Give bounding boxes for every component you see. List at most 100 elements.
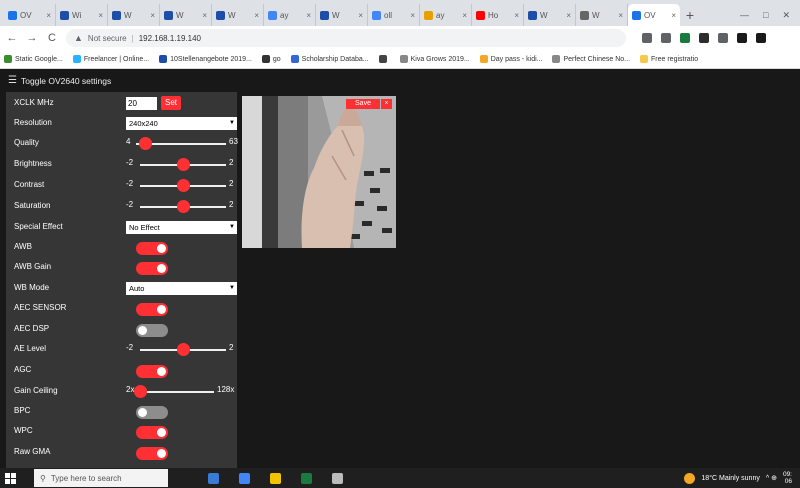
weather-icon[interactable] (684, 472, 696, 484)
xclk-set-button[interactable]: Set (161, 96, 181, 110)
minimize-icon[interactable]: — (740, 10, 749, 20)
saturation-slider[interactable]: -2 2 (126, 199, 237, 215)
tab-close-icon[interactable]: × (462, 11, 467, 20)
forward-icon[interactable]: → (26, 32, 38, 44)
agc-toggle[interactable] (136, 365, 168, 378)
clock[interactable]: 09: 06 (783, 471, 792, 485)
browser-tab[interactable]: W × (212, 4, 264, 26)
bookmark-item[interactable]: Perfect Chinese No... (552, 55, 630, 63)
bookmark-item[interactable]: Kiva Grows 2019... (399, 55, 470, 63)
contrast-slider[interactable]: -2 2 (126, 178, 237, 194)
browser-tab[interactable]: W × (160, 4, 212, 26)
awb-gain-toggle[interactable] (136, 262, 168, 275)
tab-close-icon[interactable]: × (46, 11, 51, 20)
extension-icon[interactable] (661, 33, 671, 43)
xclk-input[interactable]: 20 (126, 97, 157, 110)
bookmark-item[interactable]: go (261, 55, 281, 63)
ae-level-slider[interactable]: -2 2 (126, 342, 237, 358)
aec-sensor-toggle[interactable] (136, 303, 168, 316)
taskbar-app-icon[interactable] (332, 472, 343, 484)
bookmark-item[interactable] (378, 55, 390, 63)
quality-slider[interactable]: 4 63 (126, 136, 238, 152)
back-icon[interactable]: ← (6, 32, 18, 44)
bpc-toggle[interactable] (136, 406, 168, 419)
tab-close-icon[interactable]: × (618, 11, 623, 20)
extension-icon[interactable] (737, 33, 747, 43)
weather-text[interactable]: 18°C Mainly sunny (701, 475, 759, 482)
tab-close-icon[interactable]: × (150, 11, 155, 20)
bookmark-item[interactable]: Static Google... (4, 55, 63, 63)
tab-close-icon[interactable]: × (98, 11, 103, 20)
bookmark-item[interactable]: Freelancer | Online... (72, 55, 149, 63)
tab-close-icon[interactable]: × (254, 11, 259, 20)
url-text[interactable]: 192.168.1.19.140 (139, 34, 201, 43)
bookmark-item[interactable]: Day pass - kidi... (479, 55, 542, 63)
save-stream-button[interactable]: Save (346, 99, 380, 109)
address-bar[interactable]: ▲ Not secure | 192.168.1.19.140 (66, 29, 626, 47)
settings-toggle[interactable]: ☰ Toggle OV2640 settings (8, 75, 111, 86)
extension-icon[interactable] (699, 33, 709, 43)
tab-close-icon[interactable]: × (410, 11, 415, 20)
slider-thumb[interactable] (177, 200, 190, 213)
extension-icon[interactable] (718, 33, 728, 43)
awb-toggle[interactable] (136, 242, 168, 255)
tab-close-icon[interactable]: × (514, 11, 519, 20)
slider-thumb[interactable] (177, 343, 190, 356)
maximize-icon[interactable]: □ (763, 10, 768, 20)
browser-tab[interactable]: Ho × (472, 4, 524, 26)
gain-ceiling-slider[interactable]: 2x 128x (126, 384, 237, 400)
tray-icons[interactable]: ^ ⊕ (766, 474, 777, 482)
browser-tab[interactable]: ay × (264, 4, 316, 26)
taskbar-app-icon[interactable] (270, 472, 281, 484)
settings-title[interactable]: Toggle OV2640 settings (21, 76, 111, 86)
bookmark-item[interactable]: Free registratio (640, 55, 698, 63)
start-button[interactable] (0, 468, 20, 488)
slider-thumb[interactable] (134, 385, 147, 398)
slider-thumb[interactable] (139, 137, 153, 150)
taskbar-app-icon[interactable] (208, 472, 219, 484)
new-tab-button[interactable]: + (680, 4, 700, 26)
bookmark-item[interactable]: 10Stellenangebote 2019... (159, 55, 252, 63)
browser-tab[interactable]: ay × (420, 4, 472, 26)
extension-icon[interactable] (756, 33, 766, 43)
taskbar-app-icon[interactable] (301, 472, 312, 484)
search-icon: ⚲ (40, 473, 46, 483)
wb-mode-row: WB Mode Auto (6, 279, 237, 299)
slider-track[interactable] (140, 391, 214, 393)
aec-dsp-toggle[interactable] (136, 324, 168, 337)
taskbar-search[interactable]: ⚲ Type here to search (34, 469, 168, 487)
tab-close-icon[interactable]: × (306, 11, 311, 20)
taskbar-app-icon[interactable] (239, 472, 250, 484)
close-window-icon[interactable]: ✕ (782, 10, 790, 21)
tab-close-icon[interactable]: × (358, 11, 363, 20)
tab-title: W (228, 10, 236, 20)
slider-thumb[interactable] (177, 158, 190, 171)
browser-tab[interactable]: W × (576, 4, 628, 26)
raw-gma-toggle[interactable] (136, 447, 168, 460)
not-secure-icon[interactable]: ▲ (74, 33, 83, 43)
tab-close-icon[interactable]: × (671, 11, 676, 20)
special-effect-select[interactable]: No Effect (126, 221, 237, 234)
wb-mode-select[interactable]: Auto (126, 282, 237, 295)
browser-tab[interactable]: W × (108, 4, 160, 26)
not-secure-label[interactable]: Not secure (88, 34, 127, 43)
extension-icon[interactable] (680, 33, 690, 43)
wpc-toggle[interactable] (136, 426, 168, 439)
browser-tab[interactable]: oll × (368, 4, 420, 26)
browser-tab[interactable]: Wi × (56, 4, 108, 26)
tab-close-icon[interactable]: × (566, 11, 571, 20)
brightness-slider[interactable]: -2 2 (126, 157, 237, 173)
tab-close-icon[interactable]: × (202, 11, 207, 20)
slider-thumb[interactable] (177, 179, 190, 192)
close-stream-button[interactable]: × (381, 99, 392, 109)
browser-tab[interactable]: W × (316, 4, 368, 26)
toggle-knob (157, 367, 166, 376)
hamburger-icon[interactable]: ☰ (8, 75, 17, 86)
browser-tab[interactable]: OV × (4, 4, 56, 26)
browser-tab[interactable]: OV × (628, 4, 680, 26)
resolution-select[interactable]: 240x240 (126, 117, 237, 130)
reload-icon[interactable]: C (46, 32, 58, 44)
bookmark-item[interactable]: Scholarship Databa... (290, 55, 369, 63)
browser-tab[interactable]: W × (524, 4, 576, 26)
extension-icon[interactable] (642, 33, 652, 43)
